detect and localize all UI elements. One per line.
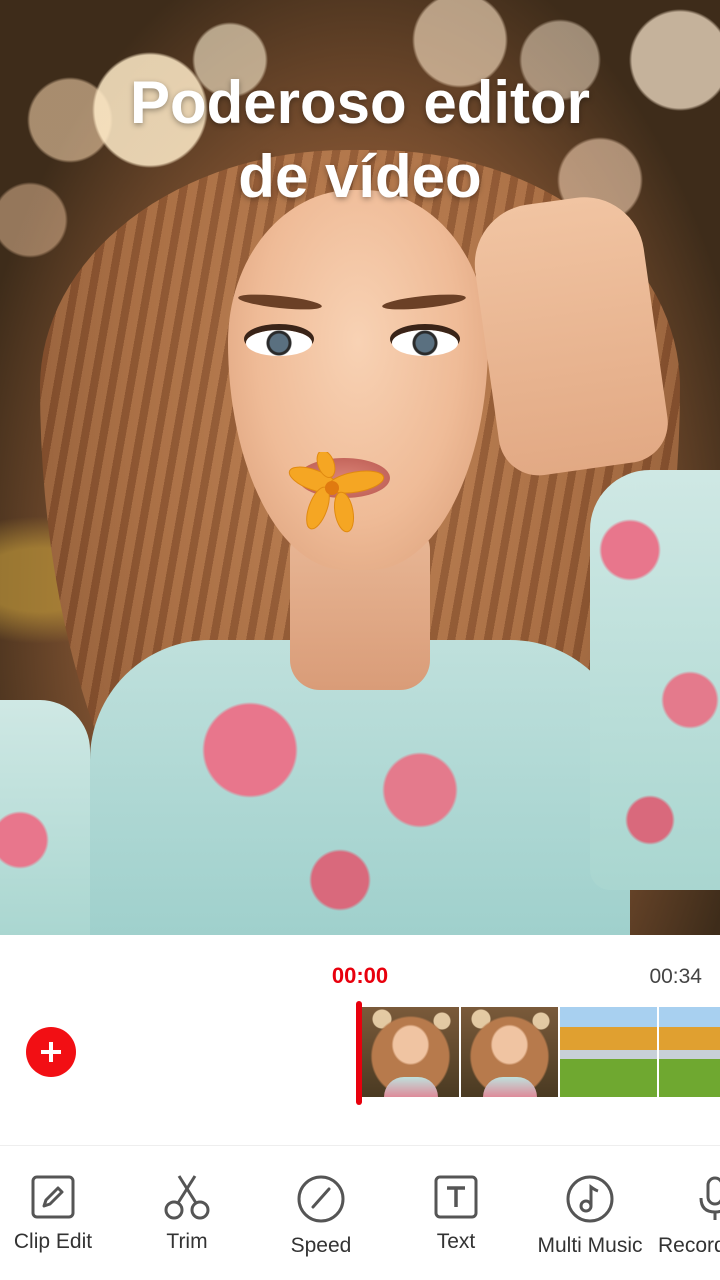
- clip-edit-button[interactable]: Clip Edit: [0, 1174, 123, 1254]
- scissors-icon: [164, 1175, 210, 1220]
- preview-sleeve-left: [0, 700, 90, 935]
- trim-button[interactable]: Trim: [117, 1174, 257, 1254]
- promo-headline: Poderoso editor de vídeo: [0, 66, 720, 214]
- edit-icon: [31, 1175, 75, 1219]
- text-label: Text: [436, 1230, 476, 1253]
- record-label: Record: [658, 1234, 720, 1257]
- preview-sleeve-right: [590, 470, 720, 890]
- clip-thumbnail-strip[interactable]: [362, 1007, 720, 1097]
- clip-thumbnail[interactable]: [560, 1007, 657, 1097]
- clip-edit-label: Clip Edit: [13, 1230, 93, 1253]
- video-editor-screen: Poderoso editor de vídeo 00:00 00:34 Cli…: [0, 0, 720, 1280]
- video-preview[interactable]: Poderoso editor de vídeo: [0, 0, 720, 935]
- multi-music-button[interactable]: Multi Music: [520, 1174, 660, 1258]
- record-button[interactable]: Record: [654, 1174, 720, 1258]
- bottom-toolbar: Clip Edit Trim Speed Text Multi Music Re…: [0, 1145, 720, 1280]
- clip-thumbnail[interactable]: [362, 1007, 459, 1097]
- playhead-marker[interactable]: [356, 1001, 362, 1105]
- text-button[interactable]: Text: [386, 1174, 526, 1254]
- total-duration: 00:34: [649, 965, 702, 988]
- headline-line-1: Poderoso editor: [129, 69, 591, 136]
- timeline-panel: 00:00 00:34: [0, 935, 720, 1145]
- preview-eye-left: [246, 330, 312, 356]
- text-icon: [434, 1175, 478, 1219]
- music-note-icon: [566, 1175, 614, 1223]
- headline-line-2: de vídeo: [238, 143, 482, 210]
- clip-thumbnail[interactable]: [461, 1007, 558, 1097]
- speed-button[interactable]: Speed: [251, 1174, 391, 1258]
- flower-icon: [288, 452, 385, 533]
- plus-icon: [41, 1042, 61, 1062]
- microphone-icon: [699, 1176, 720, 1220]
- preview-hand: [467, 189, 673, 481]
- current-time: 00:00: [331, 963, 389, 988]
- trim-label: Trim: [166, 1230, 208, 1253]
- multi-music-label: Multi Music: [537, 1234, 643, 1257]
- preview-eye-right: [392, 330, 458, 356]
- clip-thumbnail[interactable]: [659, 1007, 720, 1097]
- speed-label: Speed: [290, 1234, 352, 1257]
- add-clip-button[interactable]: [26, 1027, 76, 1077]
- speedometer-icon: [297, 1175, 345, 1223]
